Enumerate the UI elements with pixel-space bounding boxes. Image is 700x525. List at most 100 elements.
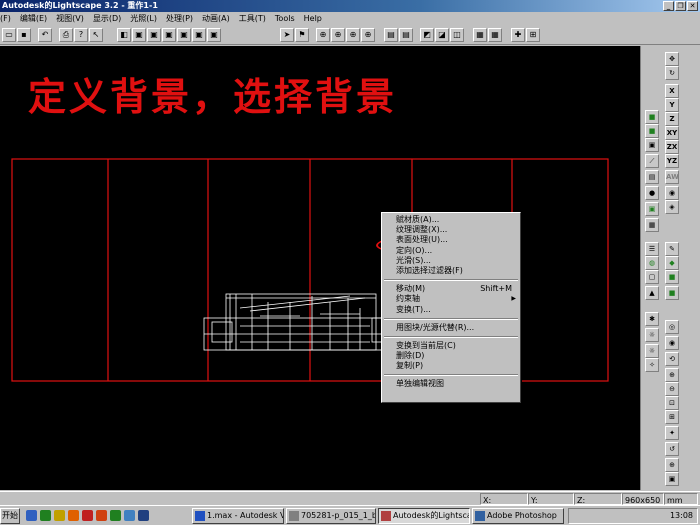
light-color-icon[interactable]: ◉ (665, 186, 679, 200)
green-box-icon[interactable]: ▣ (645, 202, 659, 216)
help-icon[interactable]: ? (74, 28, 88, 42)
select-filter-icon[interactable]: ⚑ (295, 28, 309, 42)
eye-icon[interactable]: ◎ (665, 320, 679, 334)
axis-z-button[interactable]: Z (665, 112, 679, 126)
axis-x-button[interactable]: X (665, 84, 679, 98)
cube-icon-1[interactable]: ■ (645, 110, 659, 124)
display-icon-1[interactable]: ▦ (473, 28, 487, 42)
menu-item-edit-view[interactable]: 单独编辑视图 (382, 379, 520, 389)
green-cube-icon-2[interactable]: ■ (665, 286, 679, 300)
menu-item-add-filter[interactable]: 添加选择过滤器(F) (382, 266, 520, 276)
axis-yz-button[interactable]: YZ (665, 154, 679, 168)
axis-aw-button[interactable]: AW (665, 170, 679, 184)
menu-tools-cn[interactable]: 工具(T) (239, 12, 266, 25)
light-icon-2[interactable]: ☼ (645, 328, 659, 342)
undo-icon[interactable]: ↶ (38, 28, 52, 42)
zoom-icon-2[interactable]: ⊕ (331, 28, 345, 42)
menu-light[interactable]: 光照(L) (130, 12, 157, 25)
menu-process[interactable]: 处理(P) (166, 12, 193, 25)
quicklaunch-icon-3[interactable] (54, 510, 65, 521)
axis-y-button[interactable]: Y (665, 98, 679, 112)
camera-icon[interactable]: ◩ (420, 28, 434, 42)
grid-icon[interactable]: ▤ (645, 170, 659, 184)
leaf-icon[interactable]: ◆ (665, 256, 679, 270)
camera-view-icon[interactable]: ▣ (665, 472, 679, 486)
render-icon[interactable]: ◫ (450, 28, 464, 42)
quicklaunch-ie-icon[interactable] (26, 510, 37, 521)
sphere-icon[interactable]: ● (645, 186, 659, 200)
3d-viewport[interactable]: 定义背景，选择背景 (0, 46, 640, 490)
quicklaunch-icon-7[interactable] (110, 510, 121, 521)
menu-item-transform[interactable]: 变换(T)... (382, 305, 520, 315)
menu-item-move[interactable]: 移动(M) Shift+M (382, 284, 520, 294)
menu-item-surface-process[interactable]: 表面处理(U)... (382, 235, 520, 245)
save-icon[interactable]: ▪ (17, 28, 31, 42)
edge-icon[interactable]: ⟋ (645, 154, 659, 168)
layer-icon-2[interactable]: ▤ (399, 28, 413, 42)
open-icon[interactable]: ▭ (2, 28, 16, 42)
quicklaunch-icon-6[interactable] (96, 510, 107, 521)
window-icon[interactable]: ▢ (645, 270, 659, 284)
view-icon-4[interactable]: ▣ (162, 28, 176, 42)
menu-item-move-to-layer[interactable]: 变换到当前层(C) (382, 341, 520, 351)
print-icon[interactable]: ⎙ (59, 28, 73, 42)
layer-panel-icon[interactable]: ▣ (645, 138, 659, 152)
magnify-icon[interactable]: ⊕ (665, 458, 679, 472)
globe-icon[interactable]: ◍ (645, 256, 659, 270)
minimize-button[interactable]: _ (663, 1, 674, 11)
restore-button[interactable]: ❐ (675, 1, 686, 11)
menu-item-replace-block[interactable]: 用图块/光源代替(R)... (382, 323, 520, 333)
material-icon[interactable]: ◈ (665, 200, 679, 214)
quicklaunch-icon-2[interactable] (40, 510, 51, 521)
tag-icon[interactable]: ▲ (645, 286, 659, 300)
menu-view[interactable]: 视图(V) (56, 12, 84, 25)
measure-icon[interactable]: ⊞ (526, 28, 540, 42)
axis-icon[interactable]: ✚ (511, 28, 525, 42)
cube-icon-2[interactable]: ■ (645, 124, 659, 138)
menu-animation[interactable]: 动画(A) (202, 12, 230, 25)
light-icon-4[interactable]: ✧ (645, 358, 659, 372)
orbit-icon-2[interactable]: ↺ (665, 442, 679, 456)
zoom-icon-4[interactable]: ⊕ (361, 28, 375, 42)
orbit-icon[interactable]: ↻ (665, 66, 679, 80)
select-arrow-icon[interactable]: ➤ (280, 28, 294, 42)
zoom-window-icon[interactable]: ⊡ (665, 396, 679, 410)
quicklaunch-icon-8[interactable] (124, 510, 135, 521)
list-icon[interactable]: ☰ (645, 242, 659, 256)
view-icon-1[interactable]: ◧ (117, 28, 131, 42)
spot-light-icon[interactable]: ✱ (645, 312, 659, 326)
view-icon-3[interactable]: ▣ (147, 28, 161, 42)
table-icon[interactable]: ▦ (645, 218, 659, 232)
zoom-all-icon[interactable]: ⊞ (665, 410, 679, 424)
axis-xy-button[interactable]: XY (665, 126, 679, 140)
light-icon-3[interactable]: ☼ (645, 344, 659, 358)
menu-item-delete[interactable]: 删除(D) (382, 351, 520, 361)
green-cube-icon[interactable]: ■ (665, 270, 679, 284)
task-image[interactable]: 705281-p_015_1_bi... (286, 508, 376, 524)
layer-icon-1[interactable]: ▤ (384, 28, 398, 42)
view-icon-6[interactable]: ▣ (192, 28, 206, 42)
menu-item-copy[interactable]: 复制(P) (382, 361, 520, 371)
fly-icon[interactable]: ⟲ (665, 352, 679, 366)
light-icon[interactable]: ◪ (435, 28, 449, 42)
menu-item-smooth[interactable]: 光滑(S)... (382, 256, 520, 266)
zoom-out-icon[interactable]: ⊖ (665, 382, 679, 396)
task-lightscape[interactable]: Autodesk的Lightsca... (378, 508, 470, 524)
view-icon-7[interactable]: ▣ (207, 28, 221, 42)
walk-icon[interactable]: ✦ (665, 426, 679, 440)
context-help-icon[interactable]: ↖ (89, 28, 103, 42)
menu-item-assign-material[interactable]: 赋材质(A)... (382, 215, 520, 225)
quicklaunch-media-icon[interactable] (68, 510, 79, 521)
quicklaunch-icon-9[interactable] (138, 510, 149, 521)
zoom-in-icon[interactable]: ⊕ (665, 368, 679, 382)
menu-file[interactable]: (F) (0, 12, 11, 25)
menu-tools[interactable]: Tools (275, 12, 295, 25)
menu-item-constrain-axis[interactable]: 约束轴 ▶ (382, 294, 520, 304)
zoom-icon-3[interactable]: ⊕ (346, 28, 360, 42)
task-max[interactable]: 1.max - Autodesk V... (192, 508, 284, 524)
display-icon-2[interactable]: ▦ (488, 28, 502, 42)
task-photoshop[interactable]: Adobe Photoshop (472, 508, 564, 524)
view-icon-5[interactable]: ▣ (177, 28, 191, 42)
close-button[interactable]: ✕ (687, 1, 698, 11)
menu-display[interactable]: 显示(D) (93, 12, 121, 25)
